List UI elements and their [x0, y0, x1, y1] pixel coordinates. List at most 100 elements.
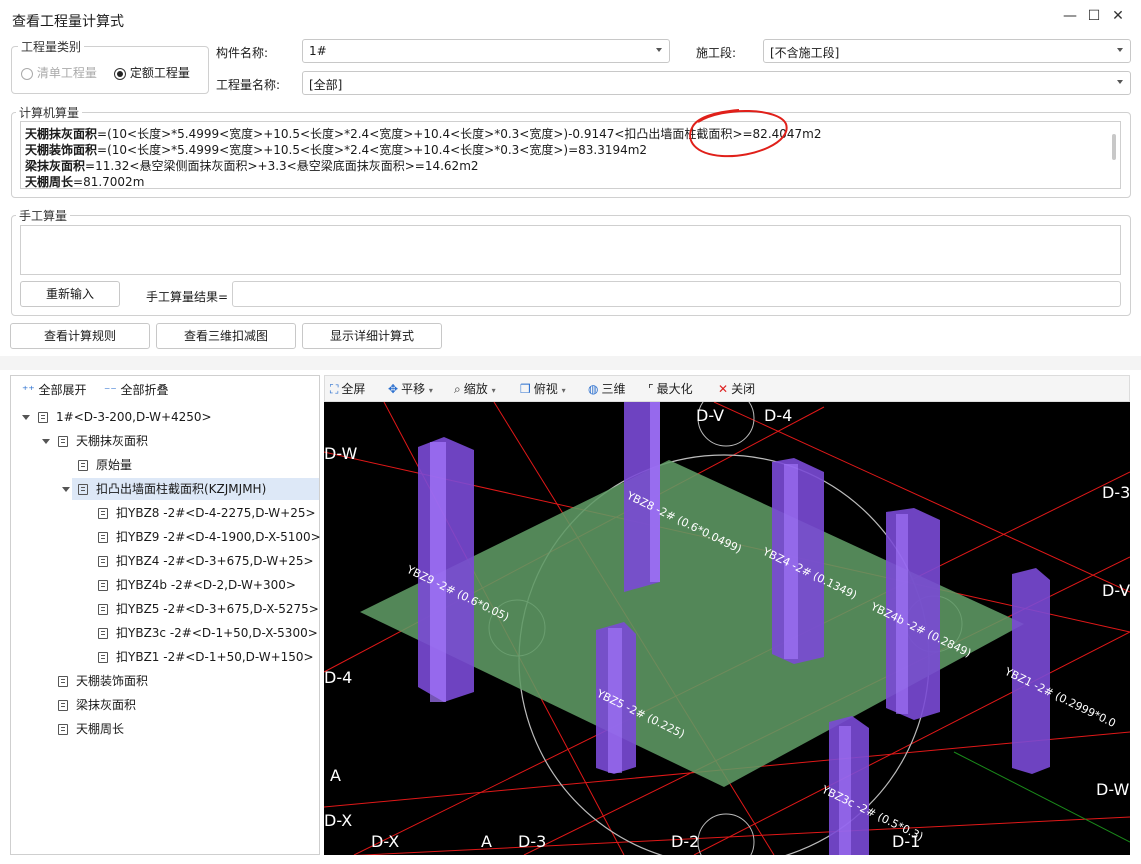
document-icon: [58, 436, 68, 447]
3d-label: 三维: [601, 382, 626, 396]
view-3d-button[interactable]: 查看三维扣减图: [156, 323, 296, 349]
reinput-button[interactable]: 重新输入: [20, 281, 120, 307]
axis-label: D-V: [696, 406, 724, 425]
document-icon: [38, 412, 48, 423]
document-icon: [78, 460, 88, 471]
radio-checked-icon: [114, 67, 126, 80]
manual-calc-legend: 手工算量: [16, 207, 71, 224]
tree-node-ceiling-decoration[interactable]: 天棚装饰面积: [58, 669, 148, 693]
maximize-label: 最大化: [656, 382, 693, 396]
qty-name-label: 工程量名称:: [216, 78, 281, 92]
tree-node-original[interactable]: 原始量: [78, 453, 132, 477]
chevron-down-icon: ▾: [491, 386, 496, 395]
formula-name: 梁抹灰面积: [25, 159, 86, 173]
document-icon: [58, 724, 68, 735]
splitter[interactable]: [0, 356, 1141, 370]
pan-label: 平移: [401, 382, 426, 396]
axis-label: D-X: [324, 811, 352, 830]
minimize-button[interactable]: —: [1058, 8, 1082, 28]
zoom-button[interactable]: ⌕ 缩放 ▾: [454, 379, 496, 399]
3d-button[interactable]: ◍ 三维: [588, 379, 626, 399]
move-arrows-icon: ✥: [388, 382, 399, 396]
document-icon: [98, 628, 108, 639]
manual-formula-input[interactable]: [20, 225, 1121, 275]
radio-circle-icon: [21, 67, 33, 80]
axis-label: D-X: [371, 832, 399, 851]
tree-node-beam-plaster[interactable]: 梁抹灰面积: [58, 693, 136, 717]
window-title: 查看工程量计算式: [12, 14, 124, 30]
close-view-button[interactable]: ✕ 关闭: [718, 379, 755, 399]
close-button[interactable]: ✕: [1106, 8, 1130, 28]
axis-label: A: [481, 832, 492, 851]
maximize-button[interactable]: ☐: [1082, 8, 1106, 28]
tree-node-label: 扣YBZ4 -2#<D-3+675,D-W+25>: [116, 554, 314, 568]
view-rules-button[interactable]: 查看计算规则: [10, 323, 150, 349]
tree-node-deduct-columns[interactable]: 扣凸出墙面柱截面积(KZJMJMH): [62, 477, 266, 501]
tree-node-label: 扣凸出墙面柱截面积(KZJMJMH): [96, 482, 267, 496]
tree-node-label: 扣YBZ4b -2#<D-2,D-W+300>: [116, 578, 296, 592]
computer-calc-legend: 计算机算量: [16, 104, 83, 121]
chevron-down-icon: [1117, 80, 1123, 84]
formula-text: =(10<长度>*5.4999<宽度>+10.5<长度>*2.4<宽度>+10.…: [97, 143, 648, 157]
axis-label: D-4: [324, 668, 352, 687]
fullscreen-label: 全屏: [341, 382, 366, 396]
chevron-down-icon: [1117, 48, 1123, 52]
pan-button[interactable]: ✥ 平移 ▾: [388, 379, 433, 399]
document-icon: [98, 604, 108, 615]
formula-name: 天棚抹灰面积: [25, 127, 98, 141]
manual-result-input[interactable]: [232, 281, 1121, 307]
axis-label: D-2: [671, 832, 699, 851]
expand-icon: ⁺⁺: [22, 383, 35, 397]
radio-norm-quantity[interactable]: 定额工程量: [114, 64, 190, 81]
tree-node-ybz5[interactable]: 扣YBZ5 -2#<D-3+675,D-X-5275>: [98, 597, 319, 621]
manual-result-label: 手工算量结果=: [146, 290, 229, 304]
document-icon: [98, 580, 108, 591]
tree-node-ybz1[interactable]: 扣YBZ1 -2#<D-1+50,D-W+150>: [98, 645, 314, 669]
zoom-label: 缩放: [463, 382, 488, 396]
tree-node-ybz4b[interactable]: 扣YBZ4b -2#<D-2,D-W+300>: [98, 573, 296, 597]
tree-node-label: 扣YBZ9 -2#<D-4-1900,D-X-5100>: [116, 530, 321, 544]
axis-label: A: [330, 766, 341, 785]
expand-all-button[interactable]: ⁺⁺ 全部展开: [22, 381, 87, 398]
axis-label: D-V: [1102, 581, 1130, 600]
axis-label: D-3: [1102, 483, 1130, 502]
collapse-icon: ⁻⁻: [104, 383, 117, 397]
formula-name: 天棚装饰面积: [25, 143, 98, 157]
top-view-label: 俯视: [533, 382, 558, 396]
top-view-button[interactable]: ❒ 俯视 ▾: [520, 379, 566, 399]
document-icon: [98, 556, 108, 567]
formula-scrollbar[interactable]: [1112, 134, 1116, 160]
fullscreen-button[interactable]: ⛶ 全屏: [330, 379, 365, 399]
tree-node-root[interactable]: 1#<D-3-200,D-W+4250>: [22, 405, 212, 429]
tree-node-ybz8[interactable]: 扣YBZ8 -2#<D-4-2275,D-W+25>: [98, 501, 316, 525]
tree-node-ybz4[interactable]: 扣YBZ4 -2#<D-3+675,D-W+25>: [98, 549, 314, 573]
maximize-view-button[interactable]: ⌜ 最大化: [648, 379, 693, 399]
document-icon: [58, 676, 68, 687]
tree-node-ybz9[interactable]: 扣YBZ9 -2#<D-4-1900,D-X-5100>: [98, 525, 321, 549]
tree-node-label: 天棚装饰面积: [76, 674, 149, 688]
radio-bill-quantity[interactable]: 清单工程量: [21, 64, 97, 81]
component-value: 1#: [309, 44, 327, 58]
formula-line: 天棚周长=81.7002m: [25, 174, 822, 188]
close-label: 关闭: [731, 382, 756, 396]
axis-label: D-3: [518, 832, 546, 851]
qty-name-select[interactable]: [全部]: [302, 71, 1131, 95]
qty-name-value: [全部]: [309, 78, 343, 92]
show-detail-button[interactable]: 显示详细计算式: [302, 323, 442, 349]
3d-viewport[interactable]: D-V D-4 D-W D-3 D-V D-4 D-W D-X D-X D-3 …: [324, 402, 1130, 855]
caret-down-icon: [22, 415, 30, 420]
component-select[interactable]: 1#: [302, 39, 670, 63]
tree-node-ybz3c[interactable]: 扣YBZ3c -2#<D-1+50,D-X-5300>: [98, 621, 318, 645]
tree-node-ceiling-plaster[interactable]: 天棚抹灰面积: [42, 429, 148, 453]
collapse-all-button[interactable]: ⁻⁻ 全部折叠: [104, 381, 169, 398]
document-icon: [98, 652, 108, 663]
formula-textbox[interactable]: 天棚抹灰面积 =(10<长度>*5.4999<宽度>+10.5<长度>*2.4<宽…: [20, 121, 1121, 189]
tree-node-ceiling-perimeter[interactable]: 天棚周长: [58, 717, 124, 741]
chevron-down-icon: [656, 48, 662, 52]
tree-node-label: 扣YBZ1 -2#<D-1+50,D-W+150>: [116, 650, 314, 664]
stage-select[interactable]: [不含施工段]: [763, 39, 1131, 63]
document-icon: [78, 484, 88, 495]
red-circle-annotation: [689, 109, 788, 158]
tree-node-label: 天棚周长: [76, 722, 125, 736]
sphere-icon: ◍: [588, 382, 599, 396]
